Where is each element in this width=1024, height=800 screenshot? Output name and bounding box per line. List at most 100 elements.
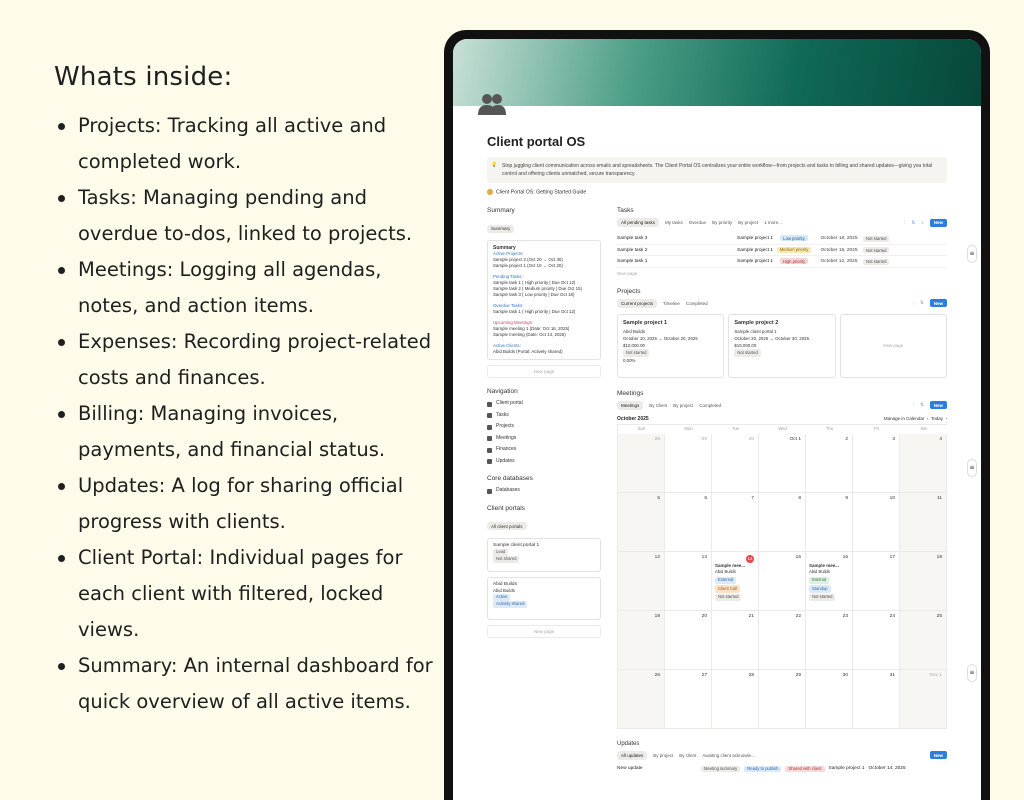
- prev-month-icon[interactable]: ‹: [927, 416, 929, 421]
- nav-item-tasks[interactable]: Tasks: [487, 410, 601, 422]
- tab-all-updates[interactable]: All updates: [617, 750, 648, 760]
- nav-item-projects[interactable]: Projects: [487, 421, 601, 433]
- search-icon[interactable]: ⌕: [921, 220, 924, 225]
- calendar-day[interactable]: 2: [806, 433, 853, 493]
- summary-card[interactable]: Summary Active Projects: Sample project …: [487, 240, 601, 361]
- calendar-day[interactable]: 29: [759, 669, 806, 729]
- new-project-card[interactable]: New page: [839, 313, 947, 378]
- calendar-day[interactable]: 29: [665, 433, 712, 493]
- calendar-day[interactable]: 25: [900, 610, 947, 670]
- calendar-day[interactable]: 30: [712, 433, 759, 493]
- calendar-day[interactable]: Oct 1: [759, 433, 806, 493]
- calendar-day[interactable]: 14 Sample mee... Abid Builds External Client…: [712, 551, 759, 611]
- calendar-day[interactable]: 3: [853, 433, 900, 493]
- nav-item-client-portal[interactable]: Client portal: [487, 398, 601, 410]
- calendar-day[interactable]: 9: [806, 492, 853, 552]
- tab-all-pending[interactable]: All pending tasks: [617, 218, 660, 228]
- calendar-day[interactable]: 31: [853, 669, 900, 729]
- calendar-day[interactable]: 24: [853, 610, 900, 670]
- nav-item-updates[interactable]: Updates: [487, 456, 601, 468]
- meeting-event[interactable]: Sample mee... Abid Builds External Client C…: [715, 563, 755, 602]
- nav-item-finances[interactable]: Finances: [487, 444, 601, 456]
- type-badge: Meeting summary: [701, 765, 741, 772]
- folder-icon: [487, 424, 492, 430]
- calendar-day[interactable]: 26: [618, 669, 665, 729]
- calendar-day[interactable]: 6: [665, 492, 712, 552]
- comment-handle[interactable]: ≡: [967, 664, 977, 682]
- tab-my-tasks[interactable]: My tasks: [665, 220, 683, 225]
- filter-icon[interactable]: ⫶: [904, 220, 905, 225]
- calendar-day[interactable]: 11: [900, 492, 947, 552]
- calendar-day[interactable]: 20: [665, 610, 712, 670]
- sort-icon[interactable]: ⇅: [920, 300, 924, 306]
- tab-meetings[interactable]: Meetings: [617, 400, 644, 410]
- new-task-row[interactable]: New page: [617, 268, 947, 288]
- calendar-day[interactable]: 4: [900, 433, 947, 493]
- calendar-day[interactable]: 16 Sample mee... Abid Builds Internal Standu…: [806, 551, 853, 611]
- calendar-day[interactable]: 17: [853, 551, 900, 611]
- calendar-day[interactable]: 30: [806, 669, 853, 729]
- tab-by-project[interactable]: By project: [738, 220, 758, 225]
- filter-icon[interactable]: ⫶: [913, 403, 914, 408]
- table-row[interactable]: Sample task 3 Sample project 1 Low prior…: [617, 233, 947, 245]
- nav-item-meetings[interactable]: Meetings: [487, 433, 601, 445]
- calendar-day[interactable]: 21: [712, 610, 759, 670]
- calendar-day[interactable]: 10: [853, 492, 900, 552]
- weekday-label: Tue: [731, 425, 740, 431]
- new-project-button[interactable]: New: [929, 299, 947, 308]
- tab-overdue[interactable]: Overdue: [689, 220, 706, 225]
- calendar-day[interactable]: 5: [618, 492, 665, 552]
- table-row[interactable]: New update Meeting summary Ready to publ…: [617, 765, 947, 772]
- tab-more[interactable]: 1 more...: [764, 220, 782, 225]
- tab-by-client[interactable]: By client: [679, 753, 696, 758]
- portal-name: Sample client portal 1: [493, 542, 540, 548]
- sort-icon[interactable]: ⇅: [911, 220, 915, 226]
- guide-link[interactable]: Client Portal OS: Getting Started Guide: [487, 189, 947, 195]
- tab-current-projects[interactable]: Current projects: [617, 298, 658, 308]
- tab-by-priority[interactable]: By priority: [712, 220, 732, 225]
- tab-completed[interactable]: Completed: [686, 301, 708, 306]
- meeting-event[interactable]: Sample mee... Abid Builds Internal Standup N…: [809, 563, 849, 602]
- project-card[interactable]: Sample project 1 Abid Builds October 10,…: [617, 313, 725, 378]
- project-card[interactable]: Sample project 2 Sample client portal 1 …: [728, 313, 836, 378]
- tab-by-project[interactable]: By project: [673, 403, 693, 408]
- sort-icon[interactable]: ⇅: [920, 402, 924, 408]
- table-row[interactable]: Sample task 1 Sample project 1 High prio…: [617, 256, 947, 268]
- manage-calendar-button[interactable]: Manage in Calendar: [884, 416, 925, 421]
- next-month-icon[interactable]: ›: [946, 416, 948, 421]
- comment-handle[interactable]: ≡: [967, 245, 977, 263]
- calendar-day[interactable]: 22: [759, 610, 806, 670]
- calendar-day[interactable]: 27: [665, 669, 712, 729]
- calendar-day[interactable]: 13: [665, 551, 712, 611]
- table-row[interactable]: Sample task 2 Sample project 1 Medium pr…: [617, 245, 947, 257]
- calendar-day[interactable]: Nov 1: [900, 669, 947, 729]
- summary-tab[interactable]: Summary: [487, 224, 515, 233]
- calendar-day[interactable]: 7: [712, 492, 759, 552]
- nav-item-databases[interactable]: Databases: [487, 485, 601, 497]
- new-meeting-button[interactable]: New: [929, 401, 947, 410]
- tab-timeline[interactable]: Timeline: [663, 301, 680, 306]
- today-button[interactable]: Today: [931, 416, 943, 421]
- calendar-day[interactable]: 8: [759, 492, 806, 552]
- calendar-day[interactable]: 18: [900, 551, 947, 611]
- new-page-button[interactable]: New page: [487, 365, 601, 379]
- all-portals-tab[interactable]: All client portals: [487, 522, 527, 531]
- calendar-day[interactable]: 28: [712, 669, 759, 729]
- filter-icon[interactable]: ⫶: [913, 301, 914, 306]
- new-update-button[interactable]: New: [929, 751, 947, 760]
- comment-handle[interactable]: ≡: [967, 459, 977, 477]
- tab-awaiting[interactable]: Awaiting client acknowle...: [702, 753, 754, 758]
- calendar-day[interactable]: 28: [618, 433, 665, 493]
- portal-card[interactable]: Abid Builds Abid Builds Active Actively …: [487, 576, 601, 620]
- calendar-day[interactable]: 15: [759, 551, 806, 611]
- tab-completed[interactable]: Completed: [699, 403, 721, 408]
- calendar-day[interactable]: 23: [806, 610, 853, 670]
- tab-by-project[interactable]: By project: [653, 753, 673, 758]
- calendar-day[interactable]: 12: [618, 551, 665, 611]
- project-progress: 0.00%: [623, 357, 636, 363]
- new-page-button[interactable]: New page: [487, 624, 601, 638]
- tab-by-client[interactable]: By Client: [649, 403, 667, 408]
- portal-card[interactable]: Sample client portal 1 Lead Not shared: [487, 537, 601, 572]
- calendar-day[interactable]: 19: [618, 610, 665, 670]
- new-task-button[interactable]: New: [929, 218, 947, 227]
